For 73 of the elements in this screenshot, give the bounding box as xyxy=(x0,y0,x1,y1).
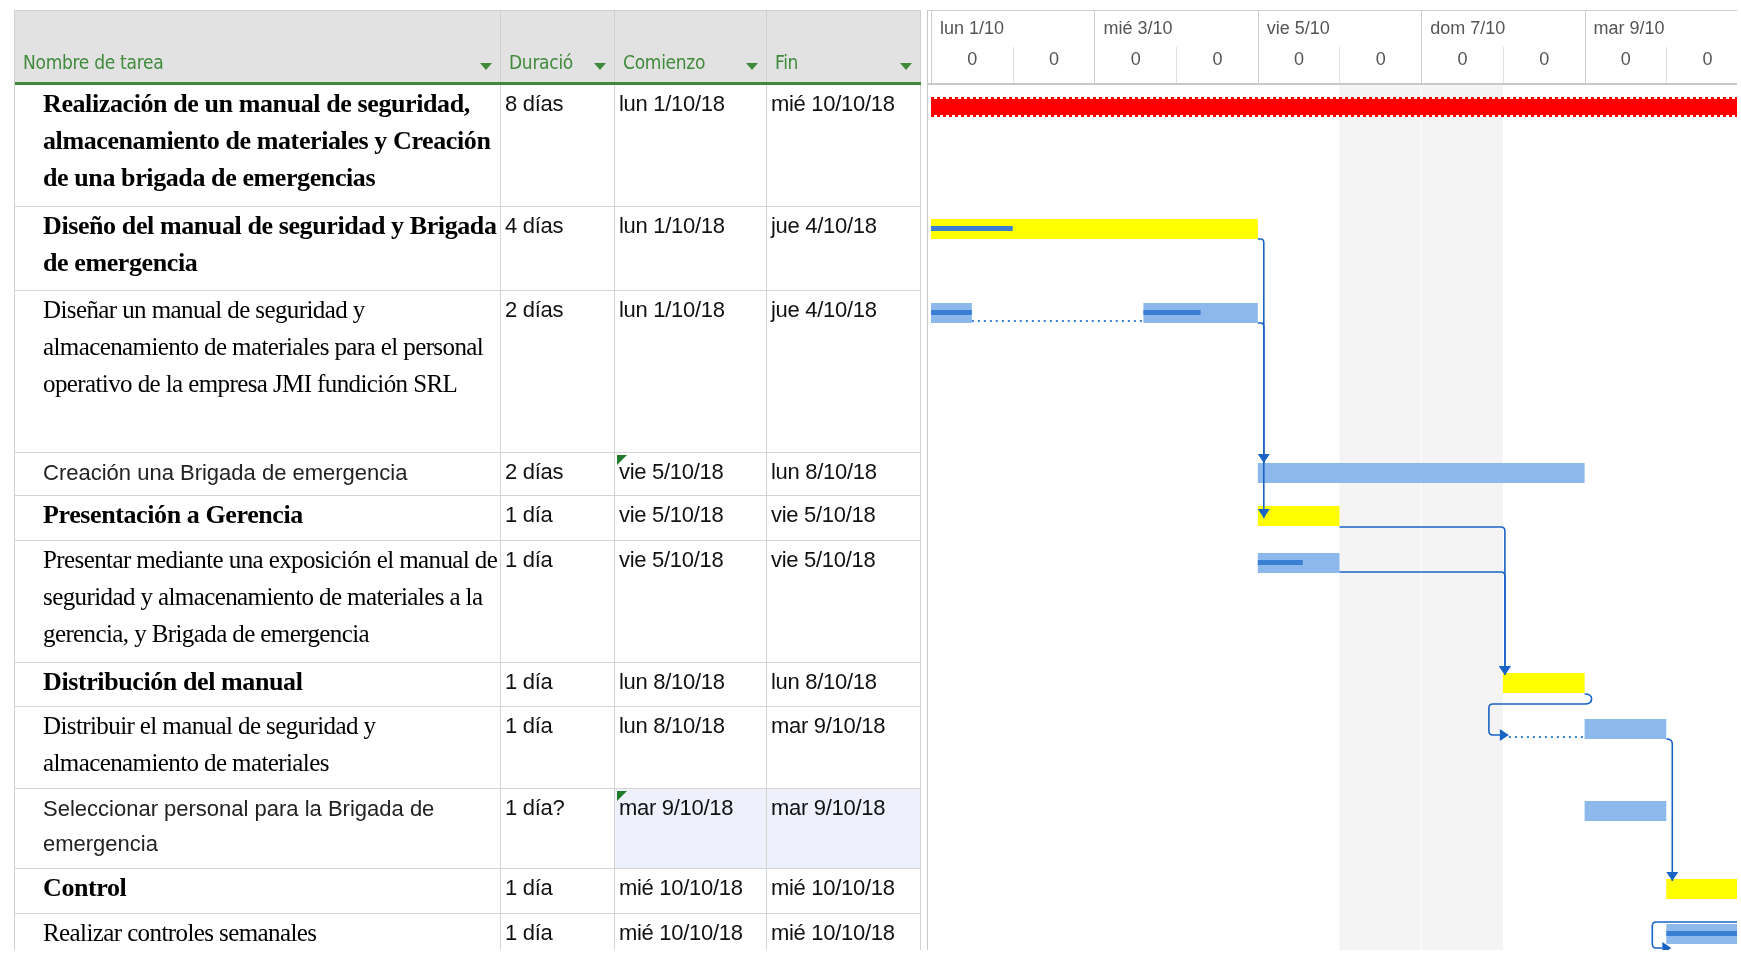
timescale-unit: 0 xyxy=(1502,47,1585,83)
timescale-date: vie 5/10 xyxy=(1257,11,1422,47)
task-name: Diseñar un manual de seguridad y almacenamiento de materiales para el personal operativo de la empresa JMI fundición SRL xyxy=(15,291,501,452)
finish-date-cell: vie 5/10/18 xyxy=(767,496,921,540)
finish-date-cell: mar 9/10/18 xyxy=(767,789,921,868)
timescale-unit: 0 xyxy=(1421,47,1503,83)
finish-date-cell: lun 8/10/18 xyxy=(767,663,921,706)
finish-date-cell: vie 5/10/18 xyxy=(767,541,921,662)
task-name: Control xyxy=(15,869,501,913)
duration-cell: 1 día xyxy=(501,869,615,913)
task-bar[interactable] xyxy=(1666,924,1737,944)
finish-date-cell: mié 10/10/18 xyxy=(767,869,921,913)
task-name: Realización de un manual de seguridad, almacenamiento de materiales y Creación de una brigada de emergencias xyxy=(15,85,501,206)
start-date-cell: lun 1/10/18 xyxy=(615,291,767,452)
task-name: Presentación a Gerencia xyxy=(15,496,501,540)
timescale-unit: 0 xyxy=(931,47,1013,83)
start-date-cell: lun 8/10/18 xyxy=(615,707,767,788)
start-date-cell: vie 5/10/18 xyxy=(615,496,767,540)
finish-date-cell: jue 4/10/18 xyxy=(767,207,921,290)
duration-cell: 8 días xyxy=(501,85,615,206)
task-name: Realizar controles semanales xyxy=(15,914,501,950)
column-header[interactable]: Duració xyxy=(509,51,573,73)
summary-bar[interactable] xyxy=(931,219,1258,239)
timescale-unit: 0 xyxy=(1094,47,1177,83)
dropdown-caret-icon[interactable] xyxy=(594,63,606,71)
duration-cell: 1 día xyxy=(501,914,615,950)
project-summary-bar[interactable] xyxy=(930,97,1737,117)
task-name: Distribución del manual xyxy=(15,663,501,706)
timescale-unit: 0 xyxy=(1584,47,1667,83)
task-name: Presentar mediante una exposición el manual de seguridad y almacenamiento de materiales a la gerencia, y Brigada de emergencia xyxy=(15,541,501,662)
duration-cell: 1 día xyxy=(501,496,615,540)
timescale-unit: 0 xyxy=(1176,47,1258,83)
task-bar[interactable] xyxy=(1257,553,1340,573)
timescale-unit: 0 xyxy=(1012,47,1095,83)
column-header[interactable]: Fin xyxy=(775,51,799,73)
task-bar[interactable] xyxy=(931,303,1258,323)
timescale-unit: 0 xyxy=(1257,47,1340,83)
task-name: Diseño del manual de seguridad y Brigada de emergencia xyxy=(15,207,501,290)
duration-cell: 2 días xyxy=(501,453,615,495)
start-date-cell: mié 10/10/18 xyxy=(615,914,767,950)
timescale-date: lun 1/10 xyxy=(931,11,1095,47)
column-header[interactable]: Comienzo xyxy=(623,51,706,73)
task-name: Seleccionar personal para la Brigada de emergencia xyxy=(15,789,501,868)
start-date-cell: lun 8/10/18 xyxy=(615,663,767,706)
start-date-cell: vie 5/10/18 xyxy=(615,453,767,495)
duration-cell: 2 días xyxy=(501,291,615,452)
dropdown-caret-icon[interactable] xyxy=(746,63,758,71)
dropdown-caret-icon[interactable] xyxy=(480,63,492,71)
start-date-cell: vie 5/10/18 xyxy=(615,541,767,662)
finish-date-cell: mar 9/10/18 xyxy=(767,707,921,788)
start-date-cell: mié 10/10/18 xyxy=(615,869,767,913)
start-date-cell: lun 1/10/18 xyxy=(615,207,767,290)
timescale-unit: 0 xyxy=(1339,47,1422,83)
finish-date-cell: mié 10/10/18 xyxy=(767,85,921,206)
dropdown-caret-icon[interactable] xyxy=(900,63,912,71)
task-name: Distribuir el manual de seguridad y almacenamiento de materiales xyxy=(15,707,501,788)
start-date-cell: lun 1/10/18 xyxy=(615,85,767,206)
task-bar[interactable] xyxy=(1507,719,1667,739)
column-header[interactable]: Nombre de tarea xyxy=(23,51,164,73)
duration-cell: 1 día xyxy=(501,541,615,662)
duration-cell: 4 días xyxy=(501,207,615,290)
timescale-date: mié 3/10 xyxy=(1094,11,1258,47)
duration-cell: 1 día xyxy=(501,663,615,706)
finish-date-cell: mié 10/10/18 xyxy=(767,914,921,950)
timescale-date: mar 9/10 xyxy=(1584,11,1737,47)
duration-cell: 1 día xyxy=(501,707,615,788)
timescale-date: dom 7/10 xyxy=(1421,11,1585,47)
finish-date-cell: jue 4/10/18 xyxy=(767,291,921,452)
start-date-cell: mar 9/10/18 xyxy=(615,789,767,868)
task-name: Creación una Brigada de emergencia xyxy=(15,453,501,495)
summary-bar[interactable] xyxy=(1257,506,1340,526)
timescale-unit: 0 xyxy=(1666,47,1737,83)
finish-date-cell: lun 8/10/18 xyxy=(767,453,921,495)
